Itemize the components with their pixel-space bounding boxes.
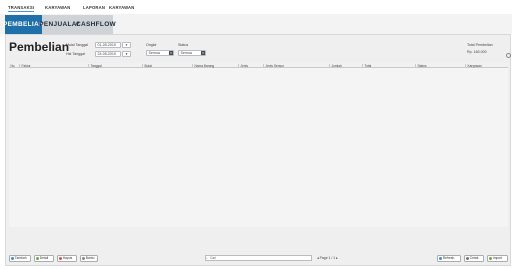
tab-cashflow[interactable]: CASHFLOW bbox=[76, 15, 116, 34]
menu-item-transaksi[interactable]: TRANSAKSI bbox=[8, 5, 35, 12]
table-header: No Faktur Tanggal Bulat Nama Barang Jeni… bbox=[9, 63, 508, 68]
tambah-button-label: Tambah bbox=[14, 256, 27, 260]
column-header-status[interactable]: Status bbox=[415, 63, 465, 68]
page-title: Pembelian bbox=[9, 40, 70, 54]
footer-toolbar: Tambah Detail Hapus Bantu Cari ⌕ ◂ Page … bbox=[9, 253, 508, 263]
total-pembelian-value: Rp. 160.000 bbox=[467, 50, 487, 54]
chevron-down-icon: ▾ bbox=[201, 51, 205, 55]
menu-item-laporan[interactable]: LAPORAN bbox=[83, 5, 105, 10]
refresh-button-label: Refresh bbox=[442, 256, 455, 260]
calendar-icon: ▾ bbox=[125, 52, 128, 56]
status-select[interactable]: Semua ▾ bbox=[178, 50, 206, 56]
detail-icon bbox=[36, 256, 39, 260]
cetak-button-label: Cetak bbox=[469, 256, 479, 260]
date-to-calendar-button[interactable]: ▾ bbox=[122, 51, 131, 57]
refresh-button[interactable]: Refresh bbox=[437, 254, 461, 262]
main-panel: Pembelian Mulai Tanggal 01-05-2019 ▾ Hst… bbox=[5, 34, 511, 266]
date-to-label: Hst Tanggal bbox=[66, 52, 85, 56]
column-header-tanggal[interactable]: Tanggal bbox=[88, 63, 142, 68]
hapus-button-label: Hapus bbox=[62, 256, 73, 260]
column-header-karyawan[interactable]: Karyawan bbox=[465, 63, 508, 68]
column-header-bulat[interactable]: Bulat bbox=[142, 63, 192, 68]
print-icon bbox=[466, 256, 469, 260]
ongkir-label: Ongkir bbox=[146, 43, 157, 47]
top-menu-bar: TRANSAKSI KARYAWAN LAPORAN KARYAWAN bbox=[0, 0, 512, 14]
delete-icon bbox=[59, 256, 62, 260]
column-header-jenis[interactable]: Jenis bbox=[238, 63, 263, 68]
gear-icon[interactable] bbox=[506, 53, 511, 58]
tab-bar: PEMBELIAN PENJUALAN CASHFLOW bbox=[0, 14, 512, 34]
help-icon bbox=[82, 256, 85, 260]
status-select-value: Semua bbox=[180, 51, 192, 55]
date-to-field[interactable]: 24-05-2019 bbox=[95, 51, 121, 57]
tab-penjualan[interactable]: PENJUALAN bbox=[39, 15, 81, 34]
next-page-icon[interactable]: ▸ bbox=[336, 256, 338, 260]
bantu-button-label: Bantu bbox=[85, 256, 95, 260]
hapus-button[interactable]: Hapus bbox=[57, 254, 77, 262]
menu-item-karyawan[interactable]: KARYAWAN bbox=[45, 5, 71, 10]
bantu-button[interactable]: Bantu bbox=[80, 254, 98, 262]
total-pembelian-label: Total Pembelian bbox=[467, 43, 493, 47]
import-icon bbox=[489, 256, 492, 260]
column-header-nama-barang[interactable]: Nama Barang bbox=[192, 63, 238, 68]
add-icon bbox=[11, 256, 14, 260]
detail-button[interactable]: Detail bbox=[34, 254, 54, 262]
date-from-calendar-button[interactable]: ▾ bbox=[122, 42, 131, 48]
detail-button-label: Detail bbox=[39, 256, 49, 260]
import-button[interactable]: Import bbox=[487, 254, 508, 262]
date-from-field[interactable]: 01-05-2019 bbox=[95, 42, 121, 48]
search-icon: ⌕ bbox=[206, 256, 208, 260]
pager: ◂ Page 1 / 1 ▸ bbox=[317, 256, 338, 260]
date-from-label: Mulai Tanggal bbox=[66, 43, 89, 47]
cetak-button[interactable]: Cetak bbox=[464, 254, 484, 262]
prev-page-icon[interactable]: ◂ bbox=[317, 256, 319, 260]
calendar-icon: ▾ bbox=[125, 43, 128, 47]
ongkir-select[interactable]: Semua ▾ bbox=[146, 50, 174, 56]
search-input[interactable]: Cari bbox=[205, 255, 312, 261]
tab-pembelian[interactable]: PEMBELIAN bbox=[3, 15, 44, 34]
column-header-faktur[interactable]: Faktur bbox=[19, 63, 88, 68]
column-header-jumlah[interactable]: Jumlah bbox=[329, 63, 362, 68]
ongkir-select-value: Semua bbox=[148, 51, 160, 55]
pager-text: Page 1 / 1 bbox=[319, 256, 336, 260]
status-label: Status bbox=[178, 43, 189, 47]
import-button-label: Import bbox=[492, 256, 503, 260]
chevron-down-icon: ▾ bbox=[169, 51, 173, 55]
column-header-no[interactable]: No bbox=[9, 64, 19, 68]
refresh-icon bbox=[439, 256, 442, 260]
column-header-jenis-sensor[interactable]: Jenis Sensor bbox=[263, 63, 329, 68]
data-table: No Faktur Tanggal Bulat Nama Barang Jeni… bbox=[9, 63, 508, 227]
tambah-button[interactable]: Tambah bbox=[9, 254, 31, 262]
menu-item-laporan-karyawan[interactable]: KARYAWAN bbox=[109, 5, 135, 10]
column-header-total[interactable]: Total bbox=[362, 63, 415, 68]
